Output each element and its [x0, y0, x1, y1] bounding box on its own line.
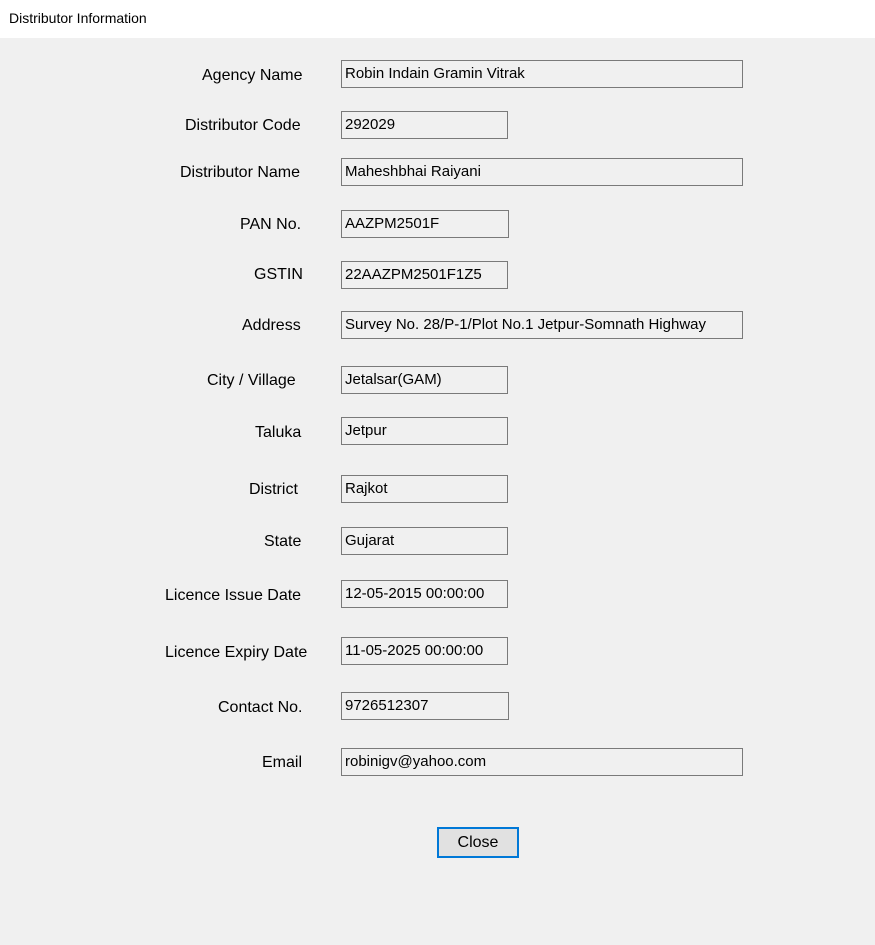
distributor-code-field[interactable]: 292029 — [341, 111, 508, 139]
gstin-field[interactable]: 22AAZPM2501F1Z5 — [341, 261, 508, 289]
contact-no-label: Contact No. — [218, 699, 303, 716]
address-field[interactable]: Survey No. 28/P-1/Plot No.1 Jetpur-Somna… — [341, 311, 743, 339]
email-field[interactable]: robinigv@yahoo.com — [341, 748, 743, 776]
city-village-field[interactable]: Jetalsar(GAM) — [341, 366, 508, 394]
licence-issue-date-field[interactable]: 12-05-2015 00:00:00 — [341, 580, 508, 608]
agency-name-field[interactable]: Robin Indain Gramin Vitrak — [341, 60, 743, 88]
state-field[interactable]: Gujarat — [341, 527, 508, 555]
contact-no-field[interactable]: 9726512307 — [341, 692, 509, 720]
district-label: District — [249, 481, 298, 498]
distributor-name-field[interactable]: Maheshbhai Raiyani — [341, 158, 743, 186]
pan-no-field[interactable]: AAZPM2501F — [341, 210, 509, 238]
licence-expiry-date-field[interactable]: 11-05-2025 00:00:00 — [341, 637, 508, 665]
gstin-label: GSTIN — [254, 266, 303, 283]
distributor-name-label: Distributor Name — [180, 164, 301, 181]
agency-name-label: Agency Name — [202, 67, 303, 84]
window-title: Distributor Information — [9, 10, 147, 26]
title-bar: Distributor Information — [0, 0, 875, 38]
district-field[interactable]: Rajkot — [341, 475, 508, 503]
close-button[interactable]: Close — [437, 827, 519, 858]
distributor-information-window: Distributor Information Agency Name Robi… — [0, 0, 875, 945]
taluka-field[interactable]: Jetpur — [341, 417, 508, 445]
email-label: Email — [262, 754, 303, 771]
address-label: Address — [242, 317, 301, 334]
taluka-label: Taluka — [255, 424, 302, 441]
licence-expiry-date-label: Licence Expiry Date — [165, 644, 308, 661]
pan-no-label: PAN No. — [240, 216, 302, 233]
city-village-label: City / Village — [207, 372, 296, 389]
licence-issue-date-label: Licence Issue Date — [165, 587, 302, 604]
state-label: State — [264, 533, 302, 550]
distributor-code-label: Distributor Code — [185, 117, 301, 134]
